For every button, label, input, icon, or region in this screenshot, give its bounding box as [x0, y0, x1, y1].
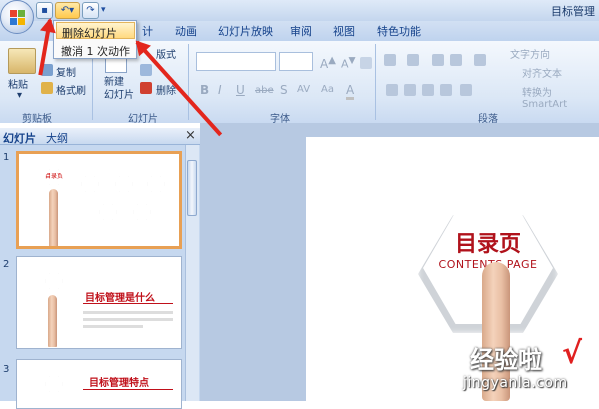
slide-number: 2	[3, 259, 10, 270]
align-left-icon[interactable]	[386, 84, 398, 96]
decrease-indent-icon[interactable]	[432, 54, 444, 66]
char-spacing-button[interactable]: AV	[297, 84, 310, 95]
menu-item-delete-slide[interactable]: 删除幻灯片	[56, 22, 135, 40]
quick-access-toolbar: ▪ ↶▾ ↷ ▾	[36, 2, 111, 19]
align-text-button[interactable]: 对齐文本	[522, 65, 562, 80]
menu-item-undo-one[interactable]: 撤消 1 次动作	[56, 41, 135, 58]
paste-button[interactable]: 粘贴	[8, 76, 28, 91]
slide-thumbnail-1[interactable]: 目录页	[16, 151, 182, 249]
shrink-font-icon[interactable]: A▼	[341, 55, 356, 71]
slide-title: 目录页	[454, 232, 521, 257]
grow-font-icon[interactable]: A▲	[320, 55, 336, 71]
tab-outline-panel[interactable]: 大纲	[46, 130, 68, 146]
slides-panel-header: 幻灯片 大纲 ×	[0, 128, 200, 145]
undo-icon[interactable]: ↶▾	[55, 2, 80, 19]
reset-icon[interactable]	[140, 64, 152, 76]
close-panel-icon[interactable]: ×	[185, 128, 196, 143]
format-painter-icon	[41, 82, 53, 94]
clear-format-icon[interactable]	[360, 57, 372, 69]
bullets-icon[interactable]	[384, 54, 396, 66]
tab-animations[interactable]: 动画	[175, 23, 197, 39]
align-right-icon[interactable]	[422, 84, 434, 96]
change-case-button[interactable]: Aa	[321, 84, 334, 95]
redo-icon[interactable]: ↷	[82, 2, 99, 19]
new-slide-button[interactable]: 新建 幻灯片	[104, 76, 134, 102]
paste-icon[interactable]	[8, 48, 36, 74]
tab-slideshow[interactable]: 幻灯片放映	[218, 23, 273, 39]
strikethrough-button[interactable]: abe	[255, 85, 274, 96]
customize-qat-icon[interactable]: ▾	[101, 2, 111, 19]
font-name-combo[interactable]	[196, 52, 276, 71]
shadow-button[interactable]: S	[280, 83, 288, 97]
delete-icon	[140, 82, 152, 94]
slide-thumbnail-2[interactable]: 目标管理是什么	[16, 256, 182, 349]
thumb1-finger-image	[49, 189, 58, 246]
clipboard-group-label: 剪贴板	[22, 114, 52, 125]
convert-smartart-button[interactable]: 转换为 SmartArt	[522, 84, 599, 110]
format-painter-button[interactable]: 格式刷	[56, 82, 86, 97]
office-logo-icon	[10, 10, 17, 17]
scrollbar-thumb[interactable]	[187, 160, 197, 216]
copy-button[interactable]: 复制	[56, 64, 76, 79]
thumb2-title: 目标管理是什么	[85, 293, 155, 304]
font-size-combo[interactable]	[279, 52, 313, 71]
slides-group-label: 幻灯片	[128, 114, 158, 125]
underline-button[interactable]: U	[236, 83, 245, 97]
tab-view[interactable]: 视图	[333, 23, 355, 39]
slide-number: 3	[3, 364, 10, 375]
undo-history-menu: 删除幻灯片 撤消 1 次动作	[53, 20, 137, 59]
thumb1-hex-title: 目录页	[45, 169, 63, 185]
font-color-button[interactable]: A	[346, 83, 355, 100]
office-button[interactable]	[0, 0, 34, 34]
justify-icon[interactable]	[440, 84, 452, 96]
slide-thumbnail-3[interactable]: 目标管理特点	[16, 359, 182, 409]
italic-button[interactable]: I	[218, 83, 222, 97]
numbering-icon[interactable]	[407, 54, 419, 66]
window-title: 目标管理	[551, 5, 595, 18]
watermark-url: jingyanla.com	[463, 375, 568, 391]
thumb2-finger-image	[48, 295, 57, 347]
increase-indent-icon[interactable]	[450, 54, 462, 66]
tab-review[interactable]: 审阅	[290, 23, 312, 39]
align-center-icon[interactable]	[404, 84, 416, 96]
columns-icon[interactable]	[460, 84, 472, 96]
watermark-text: 经验啦	[470, 346, 542, 374]
thumb3-title: 目标管理特点	[89, 378, 149, 389]
tab-slides-panel[interactable]: 幻灯片	[3, 130, 36, 146]
bold-button[interactable]: B	[200, 83, 209, 97]
watermark-check: √	[562, 336, 583, 371]
tab-features[interactable]: 特色功能	[377, 23, 421, 39]
slide-number: 1	[3, 152, 10, 163]
text-direction-button[interactable]: 文字方向	[510, 46, 550, 61]
layout-button[interactable]: 版式	[156, 46, 176, 61]
line-spacing-icon[interactable]	[474, 54, 486, 66]
